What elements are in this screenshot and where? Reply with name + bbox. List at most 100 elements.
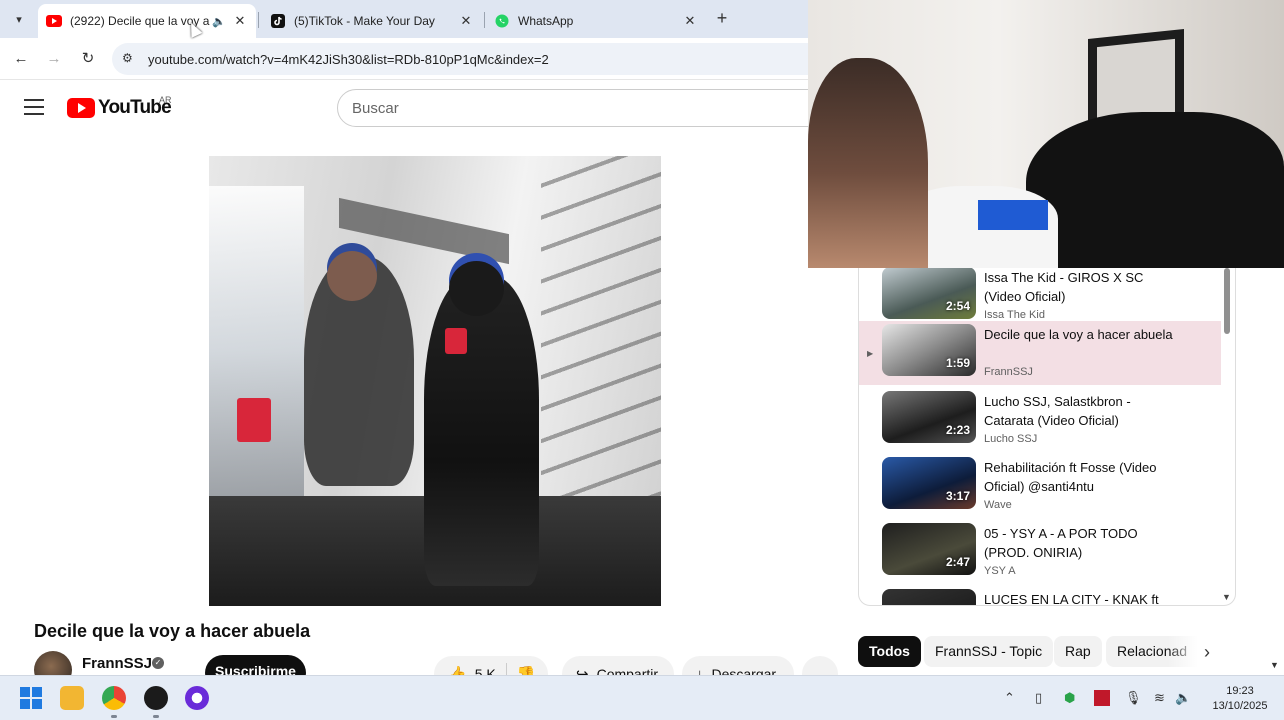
playlist-item[interactable]: 2:54 Issa The Kid - GIROS X SC (Video Of… — [859, 263, 1221, 327]
tiktok-icon — [270, 13, 286, 29]
webcam-detail — [808, 58, 928, 268]
screen: ▾ (2922) Decile que la voy a h 🔈 ✕ (5)Ti… — [0, 0, 1284, 720]
youtube-icon — [46, 13, 62, 29]
playlist-panel: 2:54 Issa The Kid - GIROS X SC (Video Of… — [858, 240, 1236, 606]
tab-search-chevron-icon[interactable]: ▾ — [8, 8, 30, 30]
scroll-down-icon[interactable]: ▼ — [1222, 592, 1231, 602]
playlist-item[interactable]: LUCES EN LA CITY - KNAK ft — [859, 585, 1221, 606]
system-clock[interactable]: 19:23 13/10/2025 — [1200, 684, 1280, 714]
close-tab-icon[interactable]: ✕ — [682, 13, 698, 29]
speaker-icon[interactable]: 🔈 — [212, 15, 226, 28]
search-input[interactable]: Buscar — [337, 89, 837, 127]
verified-icon: ✓ — [152, 657, 164, 669]
windows-start-icon[interactable] — [19, 686, 43, 710]
address-bar[interactable]: ⚙ youtube.com/watch?v=4mK42JiSh30&list=R… — [112, 43, 832, 75]
chip-todos[interactable]: Todos — [858, 636, 921, 667]
video-thumbnail: 3:17 — [882, 457, 976, 509]
active-app-indicator — [111, 715, 117, 718]
chrome-icon[interactable] — [102, 686, 126, 710]
video-thumbnail — [882, 589, 976, 605]
playlist-item-channel: FrannSSJ — [984, 366, 1033, 378]
page-scroll-down-icon[interactable]: ▼ — [1270, 660, 1279, 670]
tab-title: WhatsApp — [518, 14, 574, 28]
microphone-icon[interactable]: 🎙 — [1125, 690, 1142, 706]
video-thumbnail: 2:23 — [882, 391, 976, 443]
video-thumbnail: 2:47 — [882, 523, 976, 575]
chip-topic[interactable]: FrannSSJ - Topic — [924, 636, 1054, 667]
browser-tab-strip: ▾ (2922) Decile que la voy a h 🔈 ✕ (5)Ti… — [0, 0, 808, 38]
close-tab-icon[interactable]: ✕ — [232, 13, 248, 29]
security-shield-icon[interactable]: ⬢ — [1064, 690, 1075, 706]
channel-name[interactable]: FrannSSJ — [82, 655, 152, 672]
video-duration: 2:47 — [945, 555, 970, 569]
video-duration: 2:54 — [945, 299, 970, 313]
chip-fade — [1168, 636, 1198, 667]
webcam-detail — [978, 200, 1048, 230]
clock-date: 13/10/2025 — [1212, 700, 1268, 712]
playlist-item-channel: YSY A — [984, 565, 1016, 577]
video-thumbnail: 1:59 — [882, 324, 976, 376]
webcam-overlay — [808, 0, 1284, 268]
new-tab-button[interactable]: + — [712, 8, 732, 29]
back-arrow-icon[interactable]: ← — [11, 49, 31, 69]
video-duration: 2:23 — [945, 423, 970, 437]
playlist-item-channel: Lucho SSJ — [984, 433, 1038, 445]
video-player[interactable] — [209, 156, 661, 606]
app-icon[interactable] — [185, 686, 209, 710]
url-text: youtube.com/watch?v=4mK42JiSh30&list=RDb… — [148, 52, 549, 67]
site-settings-icon[interactable]: ⚙ — [122, 51, 138, 67]
browser-toolbar: ← → ↻ ⚙ youtube.com/watch?v=4mK42JiSh30&… — [0, 38, 832, 80]
tab-tiktok[interactable]: (5)TikTok - Make Your Day ✕ — [262, 4, 482, 38]
webcam-detail — [1026, 112, 1284, 268]
playlist-item-active[interactable]: ▶ 1:59 Decile que la voy a hacer abuela … — [859, 321, 1221, 385]
youtube-play-icon — [67, 98, 95, 118]
playlist-item-title: Issa The Kid - GIROS X SC (Video Oficial… — [984, 270, 1144, 304]
region-code: AR — [159, 95, 172, 105]
video-frame-detail — [424, 276, 539, 586]
video-frame-detail — [445, 328, 467, 354]
video-duration: 1:59 — [945, 356, 970, 370]
tab-separator — [258, 12, 259, 28]
playlist-item[interactable]: 3:17 Rehabilitación ft Fosse (Video Ofic… — [859, 453, 1221, 517]
file-explorer-icon[interactable] — [60, 686, 84, 710]
battery-icon[interactable]: ▯ — [1035, 690, 1042, 706]
playlist-item-title: 05 - YSY A - A POR TODO (PROD. ONIRIA) — [984, 526, 1138, 560]
video-frame-detail — [237, 398, 271, 442]
playlist-item-channel: Issa The Kid — [984, 309, 1045, 321]
tab-youtube[interactable]: (2922) Decile que la voy a h 🔈 ✕ — [38, 4, 256, 38]
chip-rap[interactable]: Rap — [1054, 636, 1102, 667]
reload-icon[interactable]: ↻ — [78, 49, 98, 69]
whatsapp-icon — [494, 13, 510, 29]
video-frame-detail — [209, 186, 304, 516]
forward-arrow-icon[interactable]: → — [44, 49, 64, 69]
app-tray-icon[interactable] — [1094, 690, 1110, 706]
tab-separator — [484, 12, 485, 28]
playlist-item-title: LUCES EN LA CITY - KNAK ft — [984, 592, 1159, 606]
tab-title: (5)TikTok - Make Your Day — [294, 14, 435, 28]
wifi-icon[interactable]: ≋ — [1154, 690, 1165, 706]
youtube-logo[interactable]: YouTube — [67, 97, 172, 119]
chevron-right-icon[interactable]: › — [1204, 642, 1210, 663]
obs-icon[interactable] — [144, 686, 168, 710]
playlist-item[interactable]: 2:23 Lucho SSJ, Salastkbron - Catarata (… — [859, 387, 1221, 451]
playlist-scrollbar[interactable] — [1224, 268, 1230, 334]
playlist-item-channel: Wave — [984, 499, 1012, 511]
video-title: Decile que la voy a hacer abuela — [34, 621, 311, 641]
video-frame-detail — [327, 251, 377, 301]
volume-icon[interactable]: 🔈 — [1175, 690, 1191, 706]
video-thumbnail: 2:54 — [882, 267, 976, 319]
search-placeholder: Buscar — [352, 100, 399, 117]
playlist-item-title: Rehabilitación ft Fosse (Video Oficial) … — [984, 460, 1157, 494]
tab-whatsapp[interactable]: WhatsApp ✕ — [486, 4, 706, 38]
playlist-item-title: Lucho SSJ, Salastkbron - Catarata (Video… — [984, 394, 1131, 428]
active-app-indicator — [153, 715, 159, 718]
now-playing-icon: ▶ — [867, 349, 874, 358]
windows-taskbar: ⌃ ▯ ⬢ 🎙 ≋ 🔈 19:23 13/10/2025 — [0, 675, 1284, 720]
video-duration: 3:17 — [945, 489, 970, 503]
menu-icon[interactable] — [24, 99, 44, 115]
playlist-item[interactable]: 2:47 05 - YSY A - A POR TODO (PROD. ONIR… — [859, 519, 1221, 583]
playlist-item-title: Decile que la voy a hacer abuela — [984, 327, 1173, 342]
close-tab-icon[interactable]: ✕ — [458, 13, 474, 29]
clock-time: 19:23 — [1226, 685, 1254, 697]
chevron-up-icon[interactable]: ⌃ — [1004, 690, 1015, 706]
